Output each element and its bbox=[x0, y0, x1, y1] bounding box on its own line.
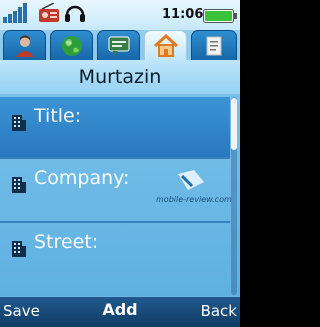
phone-screen: 11:06 Murtazin Title: Company: Street: m… bbox=[0, 0, 240, 327]
contact-person-icon bbox=[15, 35, 34, 57]
tab-home-address[interactable] bbox=[144, 30, 187, 61]
page-title-bar: Murtazin bbox=[0, 60, 240, 94]
radio-icon bbox=[38, 2, 60, 27]
save-button[interactable]: Save bbox=[3, 302, 40, 320]
building-icon bbox=[11, 114, 27, 136]
field-label: Company: bbox=[34, 167, 130, 189]
headset-icon bbox=[64, 3, 86, 29]
watermark-logo-icon bbox=[176, 168, 206, 198]
page-title: Murtazin bbox=[78, 66, 162, 88]
scrollbar-thumb[interactable] bbox=[231, 98, 237, 150]
tab-contact[interactable] bbox=[3, 30, 46, 60]
tab-notes[interactable] bbox=[191, 30, 237, 60]
softkey-bar: Add Save Back bbox=[0, 296, 240, 327]
building-icon bbox=[11, 240, 27, 262]
clock: 11:06 bbox=[162, 7, 204, 22]
list-item-title[interactable]: Title: bbox=[0, 97, 230, 157]
tab-messages[interactable] bbox=[97, 30, 140, 60]
back-button[interactable]: Back bbox=[201, 302, 237, 320]
tab-bar bbox=[0, 30, 240, 61]
building-icon bbox=[11, 176, 27, 198]
note-icon bbox=[206, 36, 222, 55]
globe-icon bbox=[61, 35, 82, 56]
signal-strength-icon bbox=[3, 3, 29, 27]
battery-icon bbox=[203, 8, 237, 27]
field-label: Street: bbox=[34, 231, 99, 253]
message-icon bbox=[108, 36, 129, 56]
status-bar: 11:06 bbox=[0, 0, 240, 30]
field-label: Title: bbox=[34, 105, 82, 127]
watermark: mobile-review.com bbox=[156, 195, 232, 204]
home-icon bbox=[153, 34, 178, 57]
tab-internet[interactable] bbox=[50, 30, 93, 60]
list-item-street[interactable]: Street: bbox=[0, 223, 230, 283]
